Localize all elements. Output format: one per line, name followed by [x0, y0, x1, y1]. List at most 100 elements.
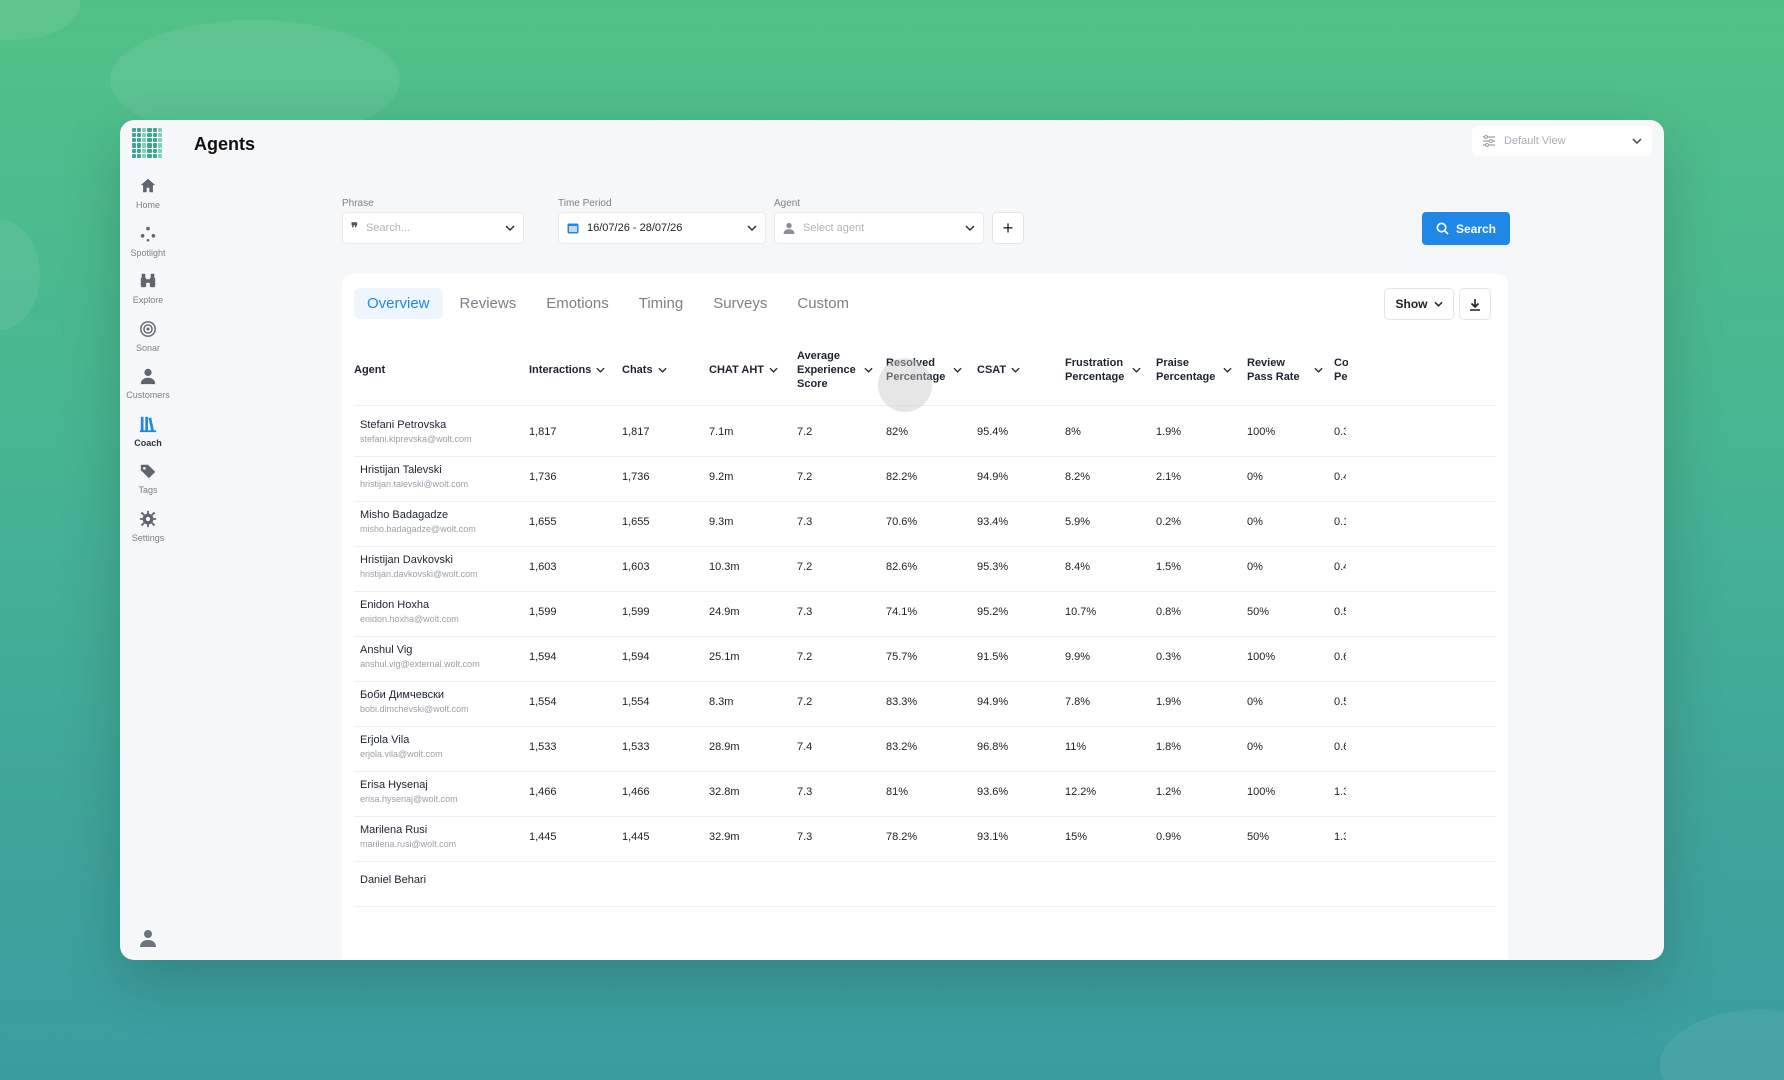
- logo-cell: [142, 148, 147, 153]
- tab-overview[interactable]: Overview: [354, 288, 443, 319]
- agent-name[interactable]: Enidon Hoxha: [360, 599, 429, 611]
- table-cell: 94.9%: [977, 695, 1009, 708]
- table-cell: 5.9%: [1065, 515, 1091, 528]
- table-cell: 0.8%: [1156, 605, 1182, 618]
- column-header[interactable]: Average Experience Score: [797, 334, 882, 406]
- table-row[interactable]: Enidon Hoxha enidon.hoxha@wolt.com 1,599 1,…: [354, 586, 1496, 637]
- table-cell: 95.4%: [977, 425, 1009, 438]
- table-cell: 0.5: [1334, 695, 1346, 708]
- profile-icon[interactable]: [138, 928, 158, 948]
- column-header-label: Frustration Percentage: [1065, 357, 1125, 383]
- nav-item-coach[interactable]: Coach: [120, 415, 176, 448]
- column-header-label: Interactions: [529, 364, 591, 376]
- table-cell: 96.8%: [977, 740, 1009, 753]
- column-header[interactable]: Frustration Percentage: [1065, 334, 1153, 406]
- column-header[interactable]: Co Pe: [1334, 334, 1364, 406]
- column-header[interactable]: Chats: [622, 334, 702, 406]
- table-cell: 1,594: [622, 650, 650, 663]
- table-row[interactable]: Daniel Behari: [354, 856, 1496, 907]
- chevron-down-icon: [1632, 138, 1642, 144]
- agent-name[interactable]: Daniel Behari: [360, 874, 426, 886]
- table-cell: 0.5: [1334, 605, 1346, 618]
- agent-name[interactable]: Hristijan Talevski: [360, 464, 442, 476]
- agent-name[interactable]: Stefani Petrovska: [360, 419, 446, 431]
- show-columns-button[interactable]: Show: [1384, 288, 1454, 320]
- logo-cell: [147, 153, 152, 158]
- table-cell: 1,533: [529, 740, 557, 753]
- table-cell: 0%: [1247, 515, 1263, 528]
- agent-email: enidon.hoxha@wolt.com: [360, 614, 459, 624]
- agents-table: Agent Interactions Chats CHAT AHT Average Ex…: [354, 334, 1496, 960]
- nav-item-settings[interactable]: Settings: [120, 510, 176, 543]
- table-row[interactable]: Stefani Petrovska stefani.kiprevska@wolt.…: [354, 406, 1496, 457]
- agent-name[interactable]: Erjola Vila: [360, 734, 409, 746]
- agent-name[interactable]: Anshul Vig: [360, 644, 412, 656]
- plus-icon: +: [1002, 217, 1014, 238]
- table-cell: 0.4: [1334, 470, 1346, 483]
- default-view-label: Default View: [1504, 135, 1566, 147]
- table-cell: 8.4%: [1065, 560, 1091, 573]
- time-period-select[interactable]: 16/07/26 - 28/07/26: [558, 212, 766, 244]
- agent-cell: Enidon Hoxha enidon.hoxha@wolt.com: [360, 586, 520, 637]
- table-cell: 12.2%: [1065, 785, 1097, 798]
- table-cell: [977, 856, 1062, 907]
- tab-custom[interactable]: Custom: [784, 288, 862, 319]
- table-cell: 1,599: [529, 605, 557, 618]
- tab-emotions[interactable]: Emotions: [533, 288, 622, 319]
- table-cell: 8.2%: [1065, 470, 1091, 483]
- table-cell: 91.5%: [977, 650, 1009, 663]
- agent-name[interactable]: Hristijan Davkovski: [360, 554, 453, 566]
- column-header[interactable]: Review Pass Rate: [1247, 334, 1332, 406]
- add-filter-button[interactable]: +: [992, 212, 1024, 244]
- column-header[interactable]: CSAT: [977, 334, 1062, 406]
- agent-select[interactable]: Select agent: [774, 212, 984, 244]
- nav-item-tags[interactable]: Tags: [120, 462, 176, 495]
- tab-surveys[interactable]: Surveys: [700, 288, 780, 319]
- logo-cell: [137, 128, 142, 133]
- phrase-select[interactable]: ❞ Search...: [342, 212, 524, 244]
- column-header[interactable]: Praise Percentage: [1156, 334, 1244, 406]
- agent-name[interactable]: Боби Димчевски: [360, 689, 444, 701]
- nav-item-customers[interactable]: Customers: [120, 367, 176, 400]
- tab-reviews[interactable]: Reviews: [447, 288, 530, 319]
- table-cell: 1,445: [622, 830, 650, 843]
- table-cell: 24.9m: [709, 605, 740, 618]
- table-row[interactable]: Hristijan Talevski hristijan.talevski@wol…: [354, 451, 1496, 502]
- agent-cell: Боби Димчевски bobi.dimchevski@wolt.com: [360, 676, 520, 727]
- nav-item-spotlight[interactable]: Spotlight: [120, 225, 176, 258]
- table-cell: 1.3: [1334, 830, 1346, 843]
- nav-item-home[interactable]: Home: [120, 177, 176, 210]
- column-header[interactable]: CHAT AHT: [709, 334, 794, 406]
- agent-name[interactable]: Misho Badagadze: [360, 509, 448, 521]
- tab-timing[interactable]: Timing: [626, 288, 696, 319]
- table-cell: 1,736: [622, 470, 650, 483]
- table-row[interactable]: Misho Badagadze misho.badagadze@wolt.com 1…: [354, 496, 1496, 547]
- table-cell: [709, 856, 794, 907]
- download-button[interactable]: [1459, 288, 1491, 320]
- table-row[interactable]: Боби Димчевски bobi.dimchevski@wolt.com 1,…: [354, 676, 1496, 727]
- app-logo[interactable]: [132, 128, 162, 158]
- table-cell: [797, 856, 882, 907]
- table-row[interactable]: Erjola Vila erjola.vila@wolt.com 1,533 1,53…: [354, 721, 1496, 772]
- column-header[interactable]: Interactions: [529, 334, 619, 406]
- agent-name[interactable]: Erisa Hysenaj: [360, 779, 428, 791]
- chevron-down-icon: [747, 225, 757, 231]
- column-header-label: CSAT: [977, 364, 1007, 376]
- nav-label: Sonar: [135, 342, 161, 353]
- logo-cell: [132, 143, 137, 148]
- table-row[interactable]: Marilena Rusi marilena.rusi@wolt.com 1,445…: [354, 811, 1496, 862]
- search-button[interactable]: Search: [1422, 212, 1510, 245]
- table-cell: 1,554: [622, 695, 650, 708]
- agent-name[interactable]: Marilena Rusi: [360, 824, 427, 836]
- nav-label: Tags: [138, 485, 158, 495]
- table-row[interactable]: Hristijan Davkovski hristijan.davkovski@w…: [354, 541, 1496, 592]
- home-icon: [140, 178, 156, 193]
- table-row[interactable]: Anshul Vig anshul.vig@external.wolt.com 1,…: [354, 631, 1496, 682]
- search-icon: [1436, 222, 1449, 235]
- table-row[interactable]: Erisa Hysenaj erisa.hysenaj@wolt.com 1,466…: [354, 766, 1496, 817]
- default-view-select[interactable]: Default View: [1472, 126, 1652, 156]
- table-cell: 1,445: [529, 830, 557, 843]
- nav-item-sonar[interactable]: Sonar: [120, 320, 176, 353]
- nav-item-explore[interactable]: Explore: [120, 272, 176, 305]
- agent-email: marilena.rusi@wolt.com: [360, 839, 457, 849]
